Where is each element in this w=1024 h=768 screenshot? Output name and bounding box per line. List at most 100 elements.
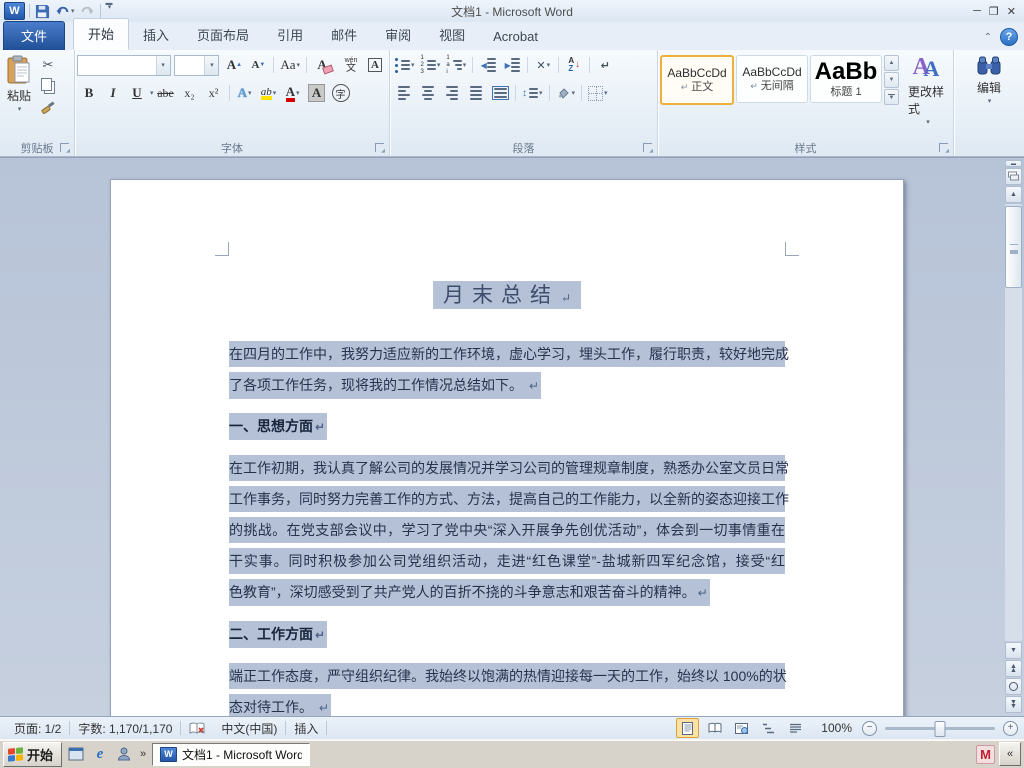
gallery-scroll-down-button[interactable]: ▼ — [884, 72, 899, 88]
help-button[interactable]: ? — [1000, 28, 1018, 46]
asian-layout-button[interactable]: ✕ ▾ — [531, 54, 555, 76]
scroll-down-button[interactable]: ▼ — [1005, 642, 1022, 659]
zoom-level[interactable]: 100% — [821, 721, 852, 735]
paste-button[interactable]: 粘贴 ▾ — [2, 53, 36, 115]
bold-button[interactable]: B — [77, 82, 101, 104]
document-line[interactable]: 的挑战。在党支部会议中，学习了党中央“深入开展争先创优活动”，体会到一切事情重在 — [229, 517, 785, 543]
input-method-tray-icon[interactable]: M — [976, 744, 995, 764]
zoom-slider-track[interactable] — [885, 720, 995, 737]
minimize-button[interactable]: ─ — [973, 5, 981, 18]
word-logo-icon[interactable]: W — [4, 2, 25, 20]
shrink-font-button[interactable]: A ▼ — [246, 54, 270, 76]
next-page-button[interactable]: ▼ ▼ — [1005, 696, 1022, 713]
increase-indent-button[interactable]: ▶ — [500, 54, 524, 76]
style-heading1[interactable]: AaBb 标题 1 — [810, 55, 882, 103]
view-draft-button[interactable] — [784, 718, 807, 738]
font-dialog-launcher[interactable] — [375, 143, 385, 154]
tab-references[interactable]: 引用 — [263, 20, 317, 50]
document-line[interactable]: 态对待工作。 ↵ — [229, 694, 331, 716]
editing-button[interactable]: 编辑 ▾ — [973, 53, 1005, 107]
taskbar-word-button[interactable]: W 文档1 - Microsoft Word — [152, 742, 311, 766]
previous-page-button[interactable]: ▲ ▲ — [1005, 660, 1022, 677]
font-color-button[interactable]: A ▾ — [281, 82, 305, 104]
tab-page-layout[interactable]: 页面布局 — [183, 20, 263, 50]
document-line[interactable]: 了各项工作任务，现将我的工作情况总结如下。 ↵ — [229, 372, 541, 399]
select-browse-object-button[interactable] — [1005, 678, 1022, 695]
enclose-characters-button[interactable]: 字 — [329, 82, 353, 104]
zoom-slider-thumb[interactable] — [934, 720, 946, 737]
clipboard-dialog-launcher[interactable] — [60, 143, 70, 154]
subscript-button[interactable]: x₂ — [178, 82, 202, 104]
messenger-icon[interactable] — [114, 744, 134, 764]
document-line[interactable]: 工作事务，同时努力完善工作的方式、方法，提高自己的工作能力，以全新的姿态迎接工作 — [229, 486, 789, 512]
zoom-out-button[interactable]: − — [862, 720, 877, 736]
numbering-button[interactable]: 123 ▾ — [418, 54, 444, 76]
scrollbar-thumb[interactable] — [1005, 206, 1022, 288]
document-page[interactable]: 月末总结 ↵ 在四月的工作中，我努力适应新的工作环境，虚心学习，埋头工作，履行职责… — [110, 179, 904, 716]
strikethrough-button[interactable]: abe — [154, 82, 178, 104]
tab-home[interactable]: 开始 — [73, 18, 130, 50]
underline-button[interactable]: U — [125, 82, 149, 104]
scrollbar-track[interactable] — [1005, 204, 1022, 641]
collapse-ribbon-button[interactable]: ⌃ — [984, 32, 992, 43]
word-count[interactable]: 字数: 1,170/1,170 — [70, 720, 180, 737]
document-line[interactable]: 在四月的工作中，我努力适应新的工作环境，虚心学习，埋头工作，履行职责，较好地完成 — [229, 341, 789, 367]
text-effects-button[interactable]: A ▾ — [233, 82, 257, 104]
scroll-up-button[interactable]: ▲ — [1005, 186, 1022, 203]
tab-view[interactable]: 视图 — [425, 20, 479, 50]
document-line[interactable]: 在工作初期，我认真了解公司的发展情况并学习公司的管理规章制度，熟悉办公室文员日常 — [229, 455, 789, 481]
document-line[interactable]: 干实事。同时积极参加公司党组织活动，走进“红色课堂”-盐城新四军纪念馆，接受“红 — [229, 548, 785, 574]
ruler-toggle-button[interactable] — [1005, 168, 1022, 185]
shading-button[interactable]: ▾ — [553, 82, 579, 104]
start-button[interactable]: 开始 — [3, 741, 63, 767]
paragraph-dialog-launcher[interactable] — [643, 143, 653, 154]
style-normal[interactable]: AaBbCcDd ↵ 正文 — [660, 55, 734, 105]
internet-explorer-icon[interactable]: e — [90, 744, 110, 764]
tray-collapse-button[interactable]: « — [999, 742, 1021, 766]
character-border-button[interactable]: A — [363, 54, 387, 76]
font-name-select[interactable]: ▾ — [77, 54, 171, 76]
view-print-layout-button[interactable] — [676, 718, 700, 738]
show-hide-marks-button[interactable]: ↵ — [593, 54, 617, 76]
document-heading[interactable]: 二、工作方面 ↵ — [229, 621, 328, 648]
superscript-button[interactable]: x² — [202, 82, 226, 104]
justify-button[interactable] — [464, 82, 488, 104]
format-painter-button[interactable] — [38, 97, 58, 116]
distributed-button[interactable] — [488, 82, 512, 104]
character-shading-button[interactable]: A — [305, 82, 329, 104]
undo-button[interactable]: ▾ — [54, 2, 76, 20]
font-size-select[interactable]: ▾ — [173, 54, 220, 76]
copy-button[interactable] — [38, 76, 58, 95]
page-indicator[interactable]: 页面: 1/2 — [6, 720, 69, 737]
tab-file[interactable]: 文件 — [3, 21, 66, 50]
document-line[interactable]: 色教育”，深切感受到了共产党人的百折不挠的斗争意志和艰苦奋斗的精神。 ↵ — [229, 579, 710, 606]
multilevel-list-button[interactable]: 1ai ▾ — [443, 54, 469, 76]
change-case-button[interactable]: Aa ▾ — [277, 54, 303, 76]
restore-button[interactable]: ❐ — [989, 5, 999, 18]
document-title-line[interactable]: 月末总结 ↵ — [111, 280, 903, 310]
vertical-scrollbar[interactable]: ▬ ▲ ▼ ▲ ▲ ▼ ▼ — [1005, 160, 1022, 714]
tab-mailings[interactable]: 邮件 — [317, 20, 371, 50]
bullets-button[interactable]: ▾ — [392, 54, 418, 76]
borders-button[interactable]: ▾ — [585, 82, 611, 104]
align-left-button[interactable] — [392, 82, 416, 104]
style-no-spacing[interactable]: AaBbCcDd ↵ 无间隔 — [736, 55, 808, 103]
view-web-layout-button[interactable] — [730, 718, 753, 738]
split-handle[interactable]: ▬ — [1005, 160, 1022, 167]
phonetic-guide-button[interactable]: wén 文 — [339, 54, 363, 76]
language-indicator[interactable]: 中文(中国) — [213, 720, 285, 737]
close-button[interactable]: ✕ — [1007, 5, 1016, 18]
proofing-status[interactable] — [181, 722, 213, 735]
tab-review[interactable]: 审阅 — [371, 20, 425, 50]
line-spacing-button[interactable]: ↕ ▾ — [519, 82, 546, 104]
grow-font-button[interactable]: A ▲ — [222, 54, 246, 76]
quick-launch-window-icon[interactable] — [66, 744, 86, 764]
insert-mode-indicator[interactable]: 插入 — [286, 720, 326, 737]
sort-button[interactable]: AZ ↓ — [562, 54, 586, 76]
quick-launch-overflow-button[interactable]: » — [138, 748, 148, 760]
tab-acrobat[interactable]: Acrobat — [479, 24, 552, 50]
styles-dialog-launcher[interactable] — [939, 143, 949, 154]
gallery-expand-button[interactable]: ▼ — [884, 89, 899, 105]
align-center-button[interactable] — [416, 82, 440, 104]
decrease-indent-button[interactable]: ◀ — [476, 54, 500, 76]
